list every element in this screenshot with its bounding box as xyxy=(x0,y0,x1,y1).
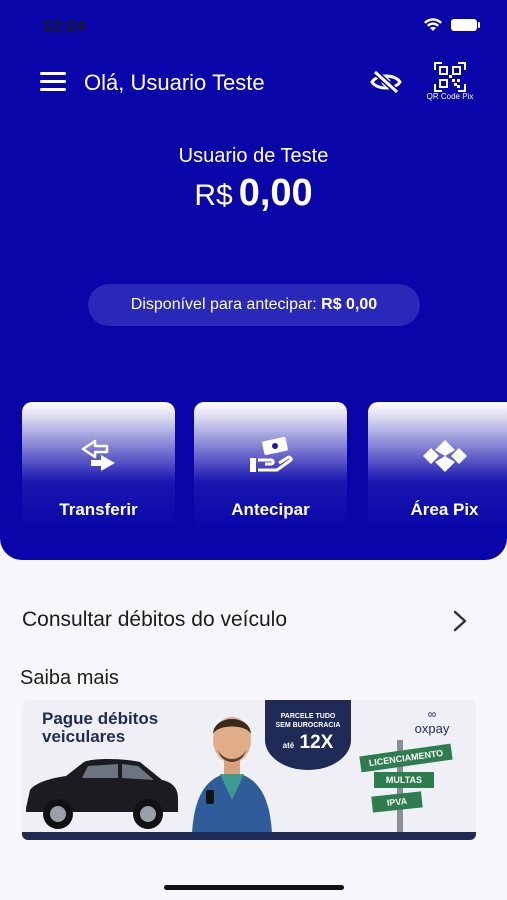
action-cards: Transferir Antecipar Área Pix xyxy=(22,402,507,532)
qr-code-pix-button[interactable]: QR Code Pix xyxy=(420,62,480,108)
top-bar: Olá, Usuario Teste QR Code Pix xyxy=(0,60,507,108)
eye-off-icon[interactable] xyxy=(370,70,402,94)
antecipar-label: Antecipar xyxy=(231,500,310,519)
balance: R$ 0,00 xyxy=(0,172,507,215)
sign-multas: MULTAS xyxy=(374,772,434,788)
banner-bottom-stripe xyxy=(22,832,476,840)
home-indicator[interactable] xyxy=(164,885,344,890)
pix-icon xyxy=(422,440,467,472)
banner-headline-line1: Pague débitos xyxy=(42,709,159,728)
consult-vehicle-debts-row[interactable]: Consultar débitos do veículo xyxy=(0,600,507,642)
area-pix-card[interactable]: Área Pix xyxy=(368,402,507,530)
transferir-card[interactable]: Transferir xyxy=(22,402,175,530)
battery-icon xyxy=(451,19,480,31)
ribbon-prefix: até xyxy=(282,741,295,750)
available-value: R$ 0,00 xyxy=(321,296,378,313)
ribbon-line2: SEM BUROCRACIA xyxy=(275,722,341,729)
status-bar: 12:24 xyxy=(0,14,507,42)
transfer-icon xyxy=(81,439,115,471)
status-time: 12:24 xyxy=(42,16,86,35)
wifi-icon xyxy=(424,18,442,31)
transferir-label: Transferir xyxy=(59,500,138,519)
ribbon-line1: PARCELE TUDO xyxy=(280,713,336,720)
sign-ipva: IPVA xyxy=(371,791,423,813)
available-label: Disponível para antecipar: xyxy=(130,296,317,313)
header-panel: 12:24 Olá, Usuario Teste QR Code Pix Usu… xyxy=(0,0,507,560)
car-illustration xyxy=(26,759,178,829)
banner-headline-line2: veiculares xyxy=(42,727,126,746)
hand-money-icon xyxy=(249,437,293,472)
greeting: Olá, Usuario Teste xyxy=(84,70,265,95)
balance-currency: R$ xyxy=(194,179,233,212)
consult-vehicle-debts-label: Consultar débitos do veículo xyxy=(22,608,287,631)
oxpay-logo: ∞ oxpay xyxy=(402,707,462,737)
saiba-mais-heading: Saiba mais xyxy=(20,667,119,689)
banner-headline: Pague débitos veiculares xyxy=(42,710,158,746)
available-to-anticipate-pill: Disponível para antecipar: R$ 0,00 xyxy=(88,284,420,326)
oxpay-mark-icon: ∞ xyxy=(427,707,437,721)
sign-licenciamento: LICENCIAMENTO xyxy=(359,743,453,773)
qr-code-icon xyxy=(434,62,466,92)
menu-icon[interactable] xyxy=(40,72,66,92)
chevron-right-icon xyxy=(453,610,467,632)
qr-code-label: QR Code Pix xyxy=(426,92,474,101)
brand-name: oxpay xyxy=(414,721,450,736)
promo-banner[interactable]: Pague débitos veiculares PARCELE TUDO SEM… xyxy=(22,700,476,840)
ribbon-value: 12X xyxy=(299,732,334,753)
status-icons xyxy=(423,18,480,32)
promo-ribbon: PARCELE TUDO SEM BUROCRACIA até 12X xyxy=(265,700,351,770)
balance-amount: 0,00 xyxy=(238,172,313,214)
area-pix-label: Área Pix xyxy=(410,500,479,519)
antecipar-card[interactable]: Antecipar xyxy=(194,402,347,530)
account-holder-name: Usuario de Teste xyxy=(178,145,329,167)
